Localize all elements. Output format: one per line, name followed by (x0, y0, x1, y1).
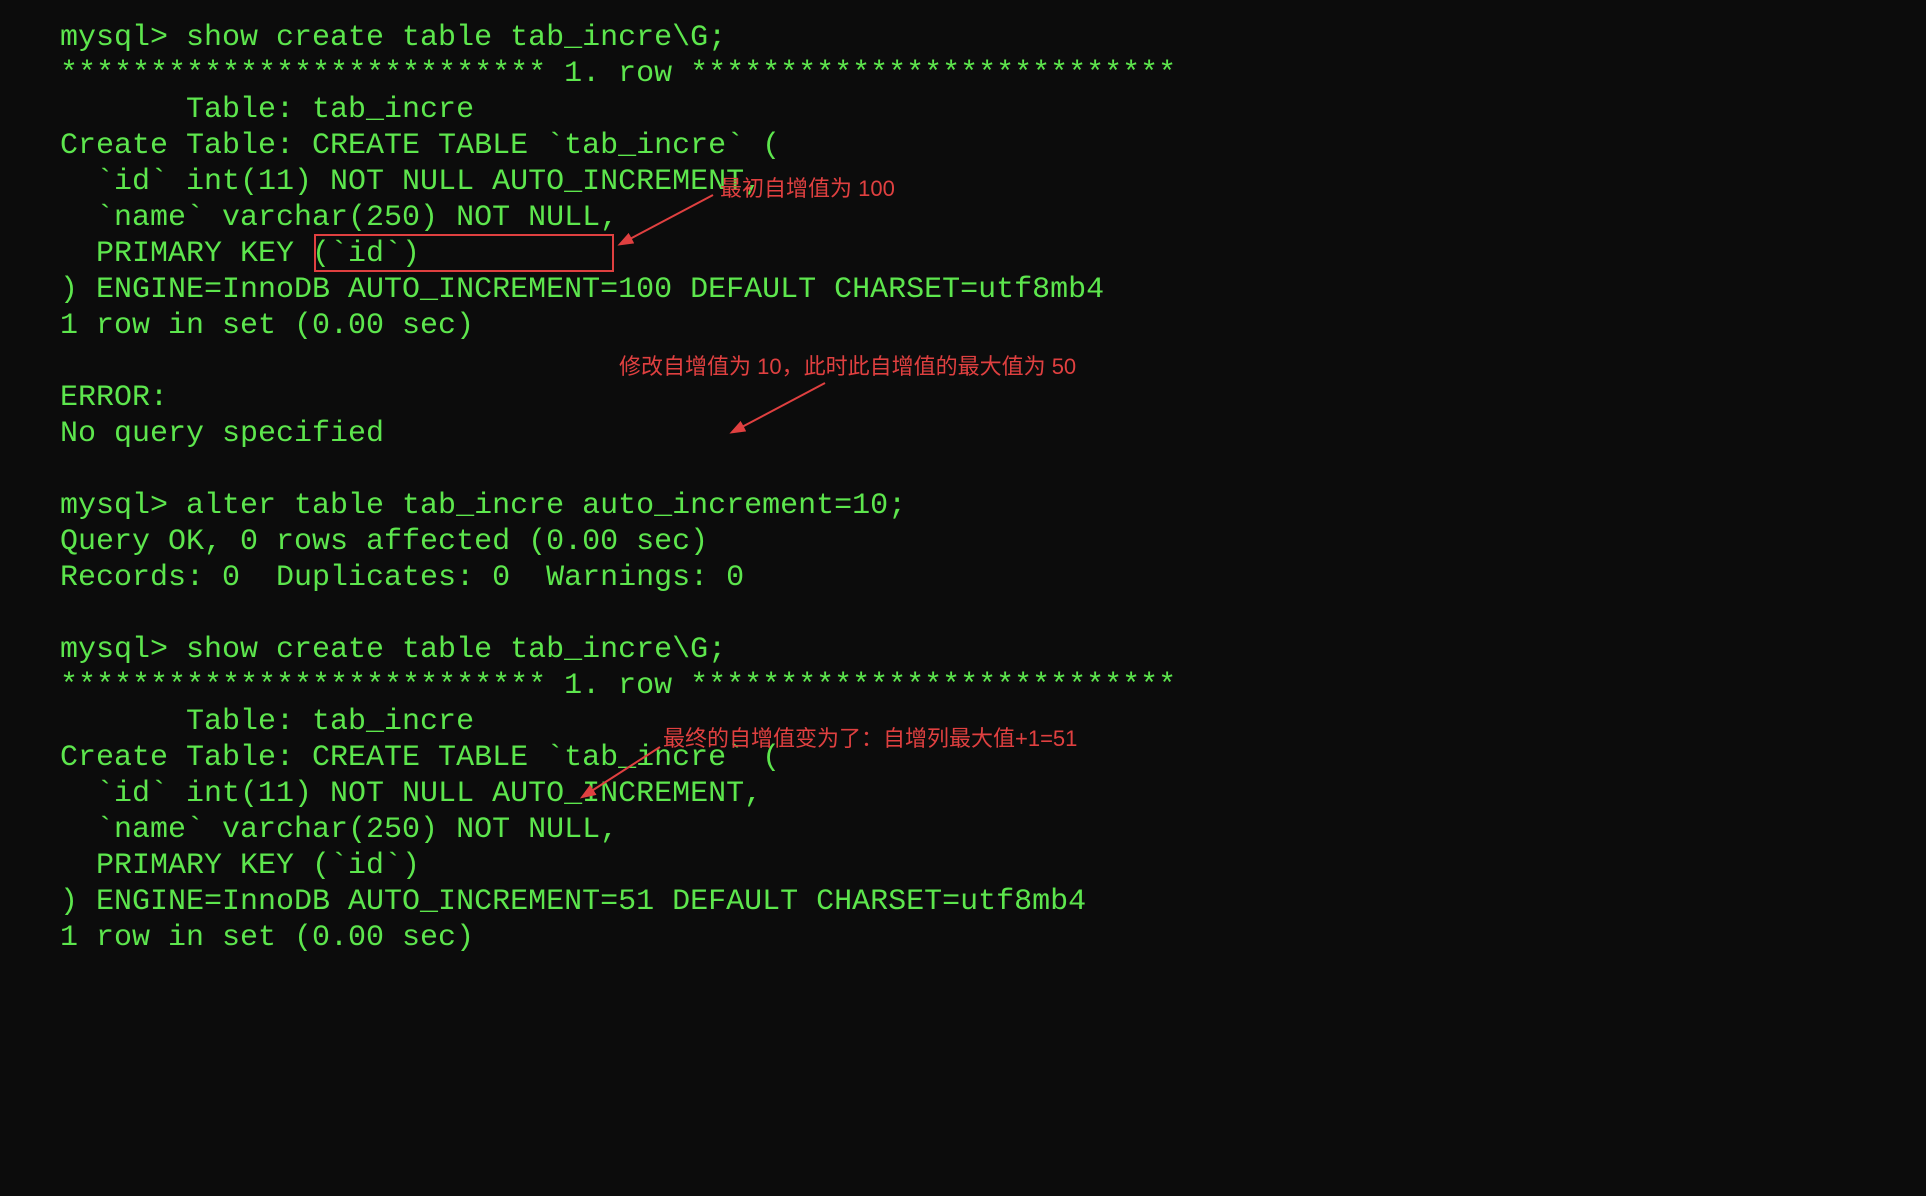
terminal-line: `name` varchar(250) NOT NULL, (60, 200, 1866, 236)
annotation-2: 修改自增值为 10，此时此自增值的最大值为 50 (619, 354, 1076, 380)
terminal-line: Records: 0 Duplicates: 0 Warnings: 0 (60, 560, 1866, 596)
terminal-line: 1 row in set (0.00 sec) (60, 920, 1866, 956)
annotation-1: 最初自增值为 100 (720, 176, 895, 202)
terminal-line: `id` int(11) NOT NULL AUTO_INCREMENT, (60, 164, 1866, 200)
terminal-line: mysql> show create table tab_incre\G; (60, 632, 1866, 668)
terminal-line: *************************** 1. row *****… (60, 56, 1866, 92)
terminal-line: 1 row in set (0.00 sec) (60, 308, 1866, 344)
terminal-output: mysql> show create table tab_incre\G;***… (60, 20, 1866, 956)
terminal-line: `name` varchar(250) NOT NULL, (60, 812, 1866, 848)
terminal-line: mysql> show create table tab_incre\G; (60, 20, 1866, 56)
terminal-line: mysql> alter table tab_incre auto_increm… (60, 488, 1866, 524)
annotation-3: 最终的自增值变为了：自增列最大值+1=51 (663, 726, 1077, 752)
terminal-line (60, 452, 1866, 488)
terminal-line: Create Table: CREATE TABLE `tab_incre` ( (60, 128, 1866, 164)
terminal-line: PRIMARY KEY (`id`) (60, 236, 1866, 272)
terminal-line: PRIMARY KEY (`id`) (60, 848, 1866, 884)
terminal-line: Query OK, 0 rows affected (0.00 sec) (60, 524, 1866, 560)
terminal-line: ERROR: (60, 380, 1866, 416)
terminal-line: Table: tab_incre (60, 92, 1866, 128)
terminal-line: `id` int(11) NOT NULL AUTO_INCREMENT, (60, 776, 1866, 812)
terminal-line (60, 596, 1866, 632)
terminal-line: No query specified (60, 416, 1866, 452)
terminal-line: ) ENGINE=InnoDB AUTO_INCREMENT=51 DEFAUL… (60, 884, 1866, 920)
terminal-line: ) ENGINE=InnoDB AUTO_INCREMENT=100 DEFAU… (60, 272, 1866, 308)
terminal-line: *************************** 1. row *****… (60, 668, 1866, 704)
